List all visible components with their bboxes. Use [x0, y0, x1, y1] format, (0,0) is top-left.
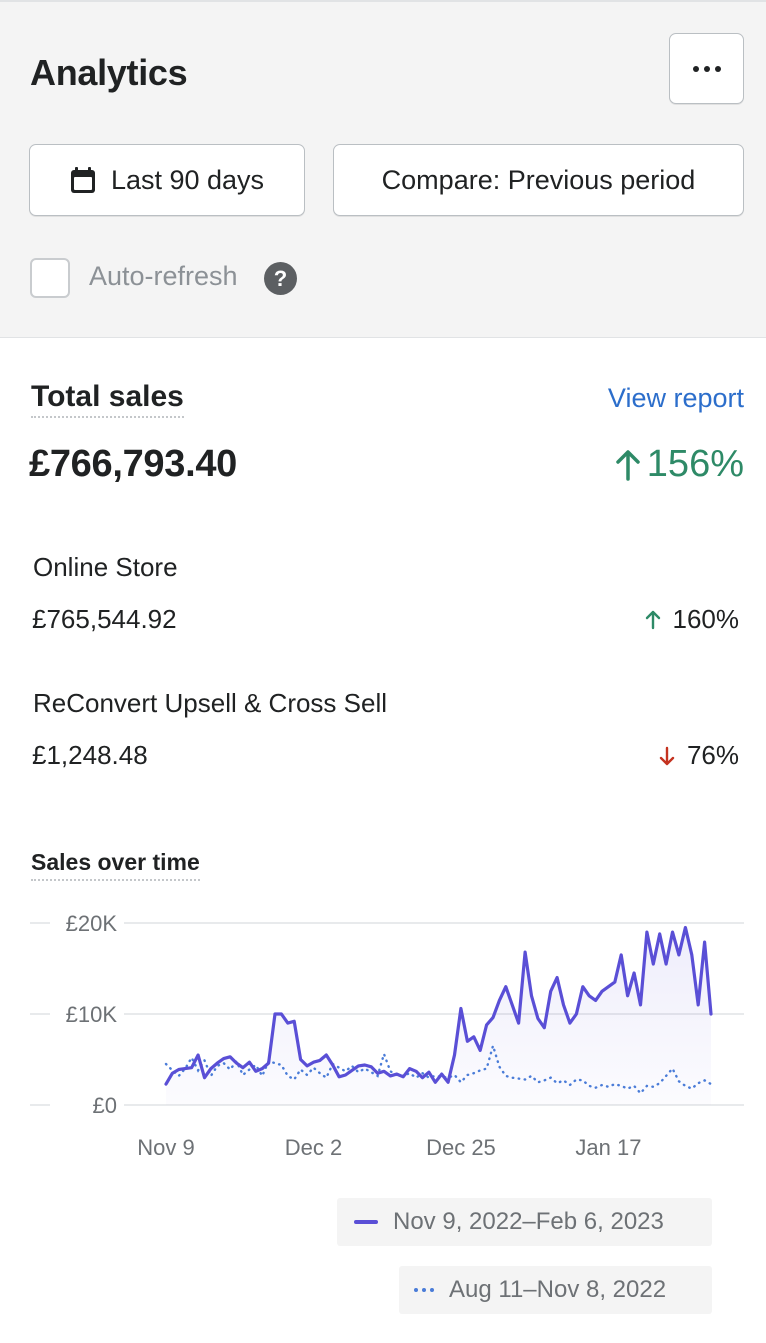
analytics-header-area: Analytics Last 90 days Compare: Previous…: [0, 0, 766, 338]
date-range-button[interactable]: Last 90 days: [29, 144, 305, 216]
x-tick-label: Dec 2: [285, 1135, 342, 1160]
date-range-label: Last 90 days: [110, 164, 265, 195]
arrow-up-icon: [616, 449, 640, 481]
channel-change: 76%: [659, 740, 739, 771]
arrow-down-icon: [659, 746, 675, 765]
sales-over-time-title[interactable]: Sales over time: [31, 849, 200, 881]
total-sales-change-value: 156%: [646, 443, 744, 485]
view-report-link[interactable]: View report: [608, 383, 744, 414]
legend-label: Aug 11–Nov 8, 2022: [449, 1276, 667, 1303]
calendar-icon: [70, 166, 95, 193]
y-tick-label: £10K: [66, 1002, 118, 1027]
channel-change-value: 160%: [672, 604, 740, 634]
legend-previous-period[interactable]: Aug 11–Nov 8, 2022: [399, 1266, 712, 1314]
channel-name: ReConvert Upsell & Cross Sell: [33, 688, 388, 718]
total-sales-change: 156%: [615, 443, 744, 486]
legend-current-period[interactable]: Nov 9, 2022–Feb 6, 2023: [337, 1198, 712, 1246]
total-sales-title[interactable]: Total sales: [31, 380, 184, 418]
more-actions-button[interactable]: [669, 33, 744, 104]
arrow-up-icon: [645, 610, 660, 629]
compare-label: Compare: Previous period: [381, 164, 696, 195]
page-title: Analytics: [30, 52, 188, 93]
auto-refresh-checkbox[interactable]: [30, 258, 70, 298]
channel-change: 160%: [645, 604, 740, 635]
total-sales-card: [0, 339, 766, 1343]
y-tick-label: £0: [93, 1093, 117, 1118]
x-tick-label: Nov 9: [137, 1135, 194, 1160]
channel-name: Online Store: [33, 552, 178, 582]
sales-over-time-chart: £20K £10K £0 Nov 9 Dec 2 Dec 25 Jan 17: [30, 909, 744, 1160]
x-tick-label: Jan 17: [575, 1135, 641, 1160]
total-sales-value: £766,793.40: [29, 443, 238, 485]
y-tick-label: £20K: [66, 911, 118, 936]
question-circle-icon[interactable]: ?: [264, 262, 297, 295]
x-tick-label: Dec 25: [426, 1135, 496, 1160]
channel-value: £765,544.92: [32, 604, 177, 634]
channel-change-value: 76%: [686, 740, 739, 770]
legend-label: Nov 9, 2022–Feb 6, 2023: [393, 1208, 664, 1235]
compare-period-button[interactable]: Compare: Previous period: [333, 144, 744, 216]
horizontal-dots-icon: [692, 65, 721, 72]
auto-refresh-label: Auto-refresh: [89, 261, 238, 291]
channel-value: £1,248.48: [32, 740, 148, 770]
solid-line-swatch-icon: [354, 1220, 378, 1224]
dotted-line-swatch-icon: [414, 1288, 434, 1292]
